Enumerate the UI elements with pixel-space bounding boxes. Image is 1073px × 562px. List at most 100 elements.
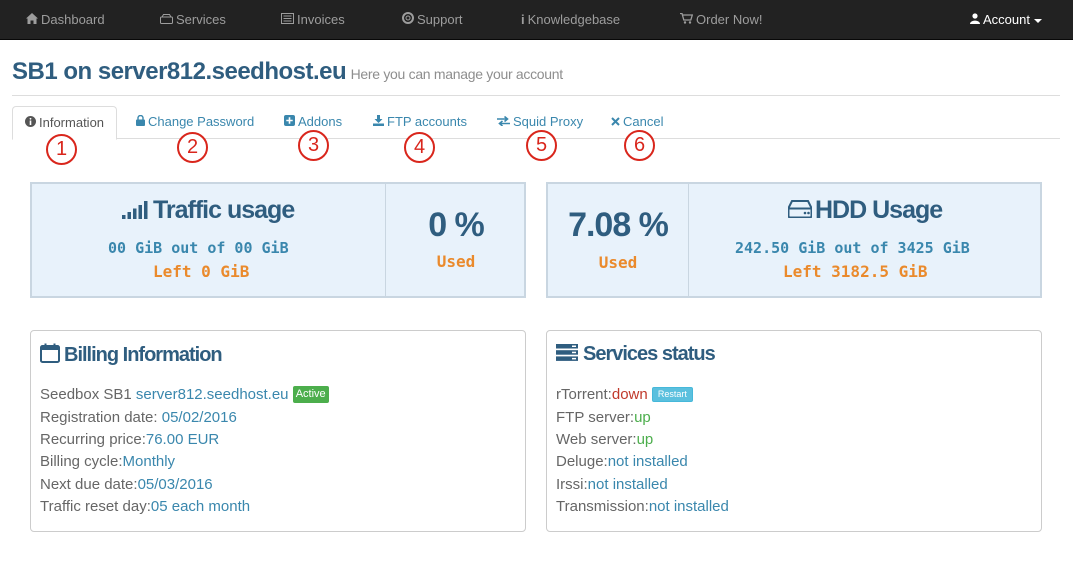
billing-row-label: Next due date: xyxy=(40,476,138,493)
service-status-value: not installed xyxy=(607,453,688,470)
traffic-usage-title-text: Traffic usage xyxy=(153,196,295,224)
billing-row-label: Recurring price: xyxy=(40,431,146,448)
page-subtitle: Here you can manage your account xyxy=(350,66,564,82)
restart-button[interactable]: Restart xyxy=(651,387,693,402)
tab-addons-label: Addons xyxy=(298,114,343,129)
life-ring-icon xyxy=(402,0,414,40)
caret-down-icon xyxy=(1033,18,1042,23)
billing-product-row: Seedbox SB1 server812.seedhost.eu Active xyxy=(40,386,329,403)
nav-support[interactable]: Support xyxy=(402,0,463,40)
info-circle-icon xyxy=(25,108,36,139)
service-row-label: Web server: xyxy=(556,431,637,448)
download-icon xyxy=(373,107,384,138)
billing-cycle-row: Billing cycle:Monthly xyxy=(40,453,175,470)
status-badge: Active xyxy=(292,386,329,403)
nav-services-label: Services xyxy=(176,12,226,27)
hdd-usage-title-text: HDD Usage xyxy=(815,196,943,224)
annotation-marker-6: 6 xyxy=(624,130,655,161)
hdd-icon xyxy=(160,0,173,40)
billing-next-due-date-row: Next due date:05/03/2016 xyxy=(40,476,213,493)
nav-knowledgebase-label: Knowledgebase xyxy=(527,12,621,27)
nav-account-label: Account xyxy=(983,12,1030,27)
billing-row-label: Billing cycle: xyxy=(40,453,123,470)
list-alt-icon xyxy=(281,0,294,40)
nav-support-label: Support xyxy=(417,12,463,27)
traffic-usage-left: Left 0 GiB xyxy=(153,262,250,281)
services-status-title-text: Services status xyxy=(583,343,716,365)
home-icon xyxy=(26,0,38,40)
nav-order-now[interactable]: Order Now! xyxy=(680,0,762,40)
service-row-rtorrent: rTorrent:down Restart xyxy=(556,386,693,403)
nav-order-now-label: Order Now! xyxy=(696,12,763,27)
traffic-usage-title: Traffic usage xyxy=(122,196,295,226)
close-icon xyxy=(611,107,620,138)
hdd-usage-panel: 7.08 % Used HDD Usage 242.50 GiB out of … xyxy=(546,182,1042,298)
nav-invoices[interactable]: Invoices xyxy=(281,0,345,40)
server-icon xyxy=(556,344,578,367)
billing-row-value: 76.00 EUR xyxy=(145,431,220,448)
traffic-used-label: Used xyxy=(436,252,476,271)
nav-knowledgebase[interactable]: i Knowledgebase xyxy=(521,0,620,40)
tab-squid-proxy-label: Squid Proxy xyxy=(513,114,584,129)
billing-row-label: Traffic reset day: xyxy=(40,498,151,515)
service-status-value: up xyxy=(634,409,651,426)
billing-row-label: Registration date: xyxy=(40,409,158,426)
plus-square-icon xyxy=(284,107,295,138)
annotation-marker-4: 4 xyxy=(404,132,435,163)
tab-change-password-label: Change Password xyxy=(148,114,255,129)
hdd-icon xyxy=(787,196,813,225)
tab-information-label: Information xyxy=(39,115,105,130)
billing-row-value: Monthly xyxy=(122,453,176,470)
traffic-usage-percent: 0 % xyxy=(428,206,485,244)
nav-dashboard-label: Dashboard xyxy=(41,12,105,27)
shopping-cart-icon xyxy=(680,0,694,40)
service-row-irssi: Irssi:not installed xyxy=(556,476,668,493)
billing-traffic-reset-day-row: Traffic reset day:05 each month xyxy=(40,498,250,515)
service-status-value: not installed xyxy=(587,476,668,493)
lock-icon xyxy=(136,107,145,138)
service-row-transmission: Transmission:not installed xyxy=(556,498,729,515)
exchange-icon xyxy=(497,107,510,138)
nav-dashboard[interactable]: Dashboard xyxy=(26,0,105,40)
nav-account-dropdown[interactable]: Account xyxy=(970,0,1042,40)
service-row-label: Transmission: xyxy=(556,498,649,515)
tab-ftp-accounts-label: FTP accounts xyxy=(387,114,467,129)
billing-row-value: 05/02/2016 xyxy=(161,409,237,426)
billing-registration-date-row: Registration date: 05/02/2016 xyxy=(40,409,237,426)
top-navbar: Dashboard Services Invoices Support i Kno… xyxy=(0,0,1073,40)
nav-services[interactable]: Services xyxy=(160,0,226,40)
billing-recurring-price-row: Recurring price:76.00 EUR xyxy=(40,431,219,448)
annotation-marker-3: 3 xyxy=(298,130,329,161)
service-row-deluge: Deluge:not installed xyxy=(556,453,688,470)
service-status-value: up xyxy=(636,431,654,448)
billing-product-host-link[interactable]: server812.seedhost.eu xyxy=(136,386,289,403)
signal-bars-icon xyxy=(122,197,150,226)
hdd-usage-percent: 7.08 % xyxy=(568,206,669,244)
service-row-label: Deluge: xyxy=(556,453,608,470)
traffic-usage-panel: Traffic usage 00 GiB out of 00 GiB Left … xyxy=(30,182,526,298)
annotation-marker-1: 1 xyxy=(46,134,77,165)
service-row-web-server: Web server:up xyxy=(556,431,653,448)
billing-information-title-text: Billing Information xyxy=(64,344,223,366)
hdd-used-label: Used xyxy=(598,253,638,272)
annotation-marker-2: 2 xyxy=(177,132,208,163)
service-row-label: FTP server: xyxy=(556,409,635,426)
billing-information-title: Billing Information xyxy=(40,343,223,369)
billing-row-value: 05/03/2016 xyxy=(137,476,213,493)
service-row-ftp-server: FTP server:up xyxy=(556,409,651,426)
user-icon xyxy=(970,0,980,40)
panel-divider xyxy=(688,184,689,296)
service-row-label: Irssi: xyxy=(556,476,588,493)
services-status-panel: Services status rTorrent:down Restart FT… xyxy=(546,330,1042,532)
billing-product-label: Seedbox SB1 xyxy=(40,386,132,403)
service-status-value: down xyxy=(611,386,648,403)
hdd-usage-amount: 242.50 GiB out of 3425 GiB xyxy=(735,239,970,257)
page-header: SB1 on server812.seedhost.eu Here you ca… xyxy=(12,58,1060,96)
nav-invoices-label: Invoices xyxy=(297,12,345,27)
billing-information-panel: Billing Information Seedbox SB1 server81… xyxy=(30,330,526,532)
calendar-icon xyxy=(40,343,60,369)
tab-cancel-label: Cancel xyxy=(623,114,664,129)
info-icon: i xyxy=(521,12,525,27)
service-status-value: not installed xyxy=(648,498,729,515)
hdd-usage-left: Left 3182.5 GiB xyxy=(783,262,928,281)
